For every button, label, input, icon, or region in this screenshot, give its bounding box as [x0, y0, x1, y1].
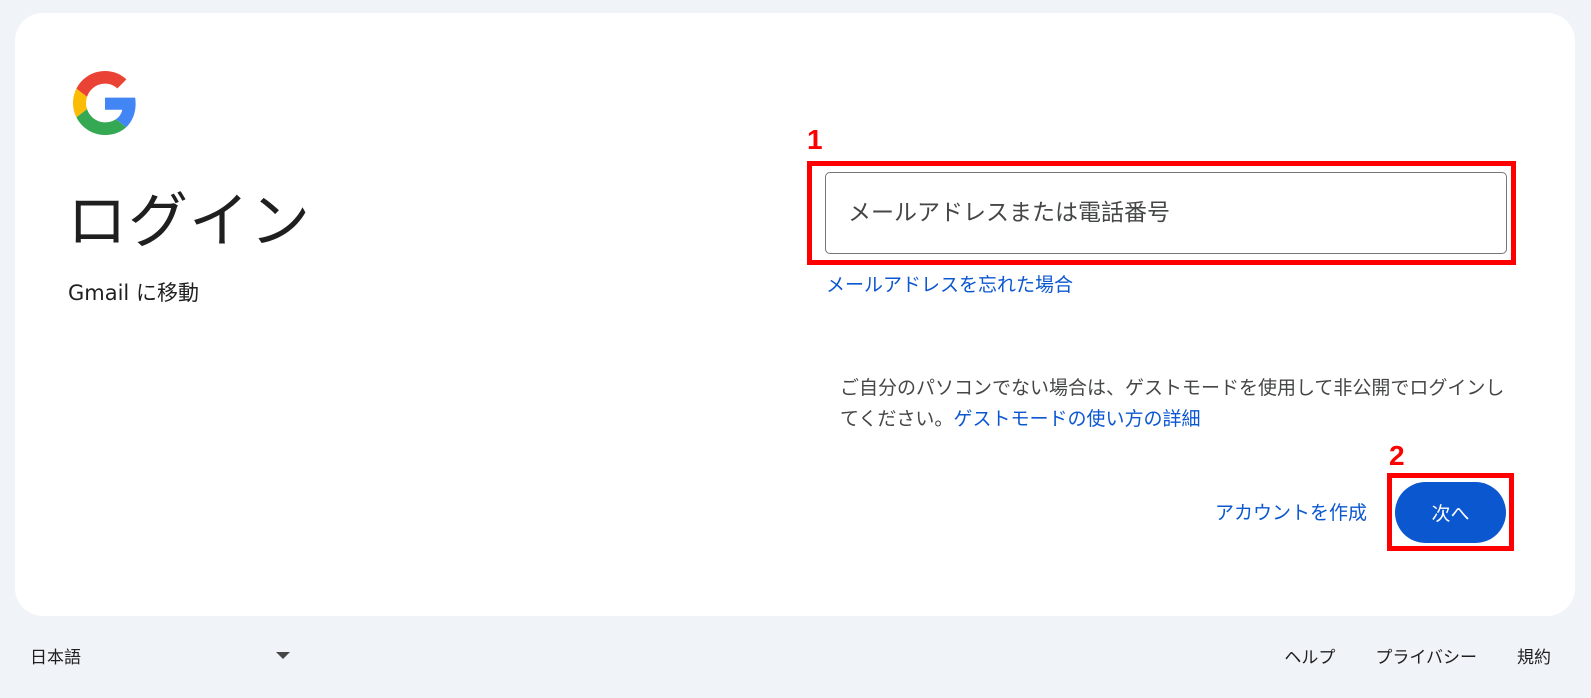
- footer-terms-link[interactable]: 規約: [1517, 643, 1551, 668]
- chevron-down-icon: [276, 651, 290, 659]
- footer-links: ヘルプ プライバシー 規約: [1284, 638, 1551, 672]
- language-selector[interactable]: 日本語: [30, 638, 294, 672]
- annotation-label-2: 2: [1389, 440, 1405, 471]
- next-button[interactable]: 次へ: [1395, 482, 1506, 543]
- email-field[interactable]: [825, 172, 1507, 254]
- page-title: ログイン: [67, 187, 311, 257]
- language-label: 日本語: [30, 647, 81, 668]
- email-input[interactable]: [826, 173, 1506, 253]
- footer-help-link[interactable]: ヘルプ: [1284, 643, 1335, 668]
- page-subtitle: Gmail に移動: [68, 281, 199, 305]
- guest-mode-notice: ご自分のパソコンでない場合は、ゲストモードを使用して非公開でログインしてください…: [840, 373, 1510, 435]
- forgot-email-link[interactable]: メールアドレスを忘れた場合: [826, 270, 1073, 297]
- guest-mode-help-link[interactable]: ゲストモードの使い方の詳細: [953, 408, 1200, 430]
- create-account-link[interactable]: アカウントを作成: [1215, 498, 1367, 525]
- annotation-label-1: 1: [807, 124, 823, 155]
- login-card: ログイン Gmail に移動 ご自分のパソコンでない場合は、ゲストモードを使用し…: [15, 13, 1575, 616]
- google-g-icon: [73, 71, 136, 135]
- footer-privacy-link[interactable]: プライバシー: [1375, 643, 1477, 668]
